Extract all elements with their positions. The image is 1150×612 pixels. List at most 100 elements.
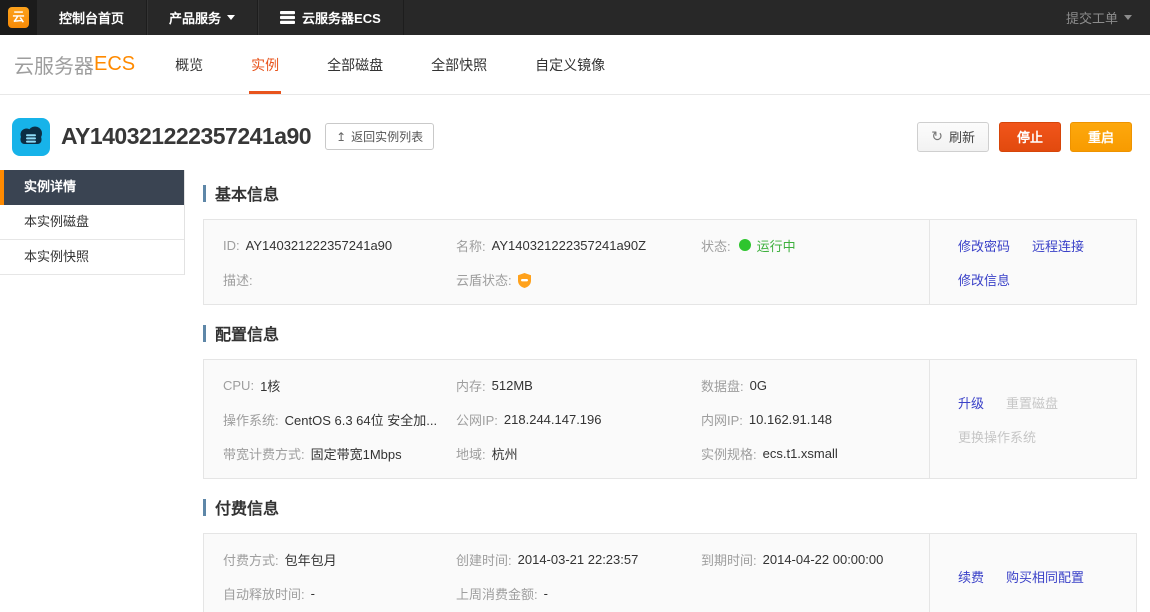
config-info-fields: CPU: 1核 内存: 512MB 数据盘: 0G [204,360,929,478]
submit-ticket-link[interactable]: 提交工单 [1048,0,1150,35]
field-label: 地域: [456,444,486,463]
nav-current-product-label: 云服务器ECS [302,8,381,27]
info-row: 自动释放时间: - 上周消费金额: - [223,576,929,610]
field-id: ID: AY140321222357241a90 [223,238,456,253]
instance-cloud-server-icon [12,118,50,156]
renew-link[interactable]: 续费 [958,567,984,586]
product-header: 云服务器 ECS 概览 实例 全部磁盘 全部快照 自定义镜像 [0,35,1150,95]
section-basic-info: 基本信息 ID: AY140321222357241a90 名称: AY1403… [203,181,1137,305]
field-label: CPU: [223,378,254,393]
section-title-bar [203,499,206,516]
field-expire-time: 到期时间: 2014-04-22 00:00:00 [701,550,929,569]
field-label: 状态: [701,236,731,255]
field-description: 描述: [223,270,456,289]
nav-products[interactable]: 产品服务 [147,0,258,35]
field-value: 杭州 [492,444,518,463]
info-row: 付费方式: 包年包月 创建时间: 2014-03-21 22:23:57 到期时… [223,542,929,576]
buy-same-config-link[interactable]: 购买相同配置 [1006,567,1084,586]
tab-all-disks[interactable]: 全部磁盘 [325,35,385,94]
product-brand: 云服务器 ECS [14,35,135,94]
main-panel: 基本信息 ID: AY140321222357241a90 名称: AY1403… [203,170,1137,612]
status-running-dot [739,239,751,251]
field-value: AY140321222357241a90Z [492,238,646,253]
modify-info-link[interactable]: 修改信息 [958,270,1010,289]
basic-info-box: ID: AY140321222357241a90 名称: AY140321222… [203,219,1137,305]
back-to-instance-list-button[interactable]: ↥ 返回实例列表 [325,123,434,150]
section-title-text: 基本信息 [215,181,279,205]
basic-info-fields: ID: AY140321222357241a90 名称: AY140321222… [204,220,929,304]
field-label: 带宽计费方式: [223,444,305,463]
field-label: 内存: [456,376,486,395]
sidebar-item-instance-disks[interactable]: 本实例磁盘 [0,205,184,240]
nav-products-label: 产品服务 [169,8,221,27]
refresh-icon: ↻ [931,128,943,145]
field-label: 云盾状态: [456,270,512,289]
section-config-info: 配置信息 CPU: 1核 内存: 512MB [203,321,1137,479]
restart-button[interactable]: 重启 [1070,122,1132,152]
nav-console-home[interactable]: 控制台首页 [37,0,147,35]
top-nav: 云 控制台首页 产品服务 云服务器ECS 提交工单 [0,0,1150,35]
tab-overview[interactable]: 概览 [173,35,205,94]
billing-info-box: 付费方式: 包年包月 创建时间: 2014-03-21 22:23:57 到期时… [203,533,1137,612]
info-row: 操作系统: CentOS 6.3 64位 安全加... 公网IP: 218.24… [223,402,929,436]
action-row: 修改密码 远程连接 [958,236,1136,255]
field-label: 实例规格: [701,444,757,463]
section-title-config-info: 配置信息 [203,321,1137,345]
action-row: 续费 购买相同配置 [958,567,1136,586]
section-billing-info: 付费信息 付费方式: 包年包月 创建时间: 2014-03-21 22:23:5… [203,495,1137,612]
field-value: 包年包月 [285,550,337,569]
reset-disk-link: 重置磁盘 [1006,393,1058,412]
sidebar-item-instance-details[interactable]: 实例详情 [0,170,184,205]
field-region: 地域: 杭州 [456,444,701,463]
upgrade-link[interactable]: 升级 [958,393,984,412]
field-value: CentOS 6.3 64位 安全加... [285,410,437,429]
aliyun-logo[interactable]: 云 [0,0,37,35]
field-label: 上周消费金额: [456,584,538,603]
field-name: 名称: AY140321222357241a90Z [456,236,701,255]
top-nav-menu: 控制台首页 产品服务 云服务器ECS [37,0,404,35]
field-label: 名称: [456,236,486,255]
instance-title-bar: AY140321222357241a90 ↥ 返回实例列表 ↻ 刷新 停止 重启 [0,95,1150,170]
page-title-instance-id: AY140321222357241a90 [61,123,311,150]
product-tabs: 概览 实例 全部磁盘 全部快照 自定义镜像 [173,35,651,94]
section-title-bar [203,325,206,342]
remote-connect-link[interactable]: 远程连接 [1032,236,1084,255]
field-private-ip: 内网IP: 10.162.91.148 [701,410,929,429]
info-row: ID: AY140321222357241a90 名称: AY140321222… [223,228,929,262]
field-label: ID: [223,238,240,253]
stop-button[interactable]: 停止 [999,122,1061,152]
field-public-ip: 公网IP: 218.244.147.196 [456,410,701,429]
tab-custom-images[interactable]: 自定义镜像 [533,35,607,94]
field-value: AY140321222357241a90 [246,238,393,253]
field-os: 操作系统: CentOS 6.3 64位 安全加... [223,410,456,429]
action-row: 修改信息 [958,270,1136,289]
field-status: 状态: 运行中 [701,236,929,255]
field-value: - [311,586,315,601]
section-title-text: 付费信息 [215,495,279,519]
status-badge: 运行中 [757,236,796,255]
field-value: 固定带宽1Mbps [311,444,402,463]
nav-current-product-ecs[interactable]: 云服务器ECS [258,0,404,35]
field-memory: 内存: 512MB [456,376,701,395]
config-info-box: CPU: 1核 内存: 512MB 数据盘: 0G [203,359,1137,479]
field-last-week-spend: 上周消费金额: - [456,584,701,603]
field-label: 数据盘: [701,376,744,395]
field-created-time: 创建时间: 2014-03-21 22:23:57 [456,550,701,569]
field-value: 2014-04-22 00:00:00 [763,552,884,567]
tab-all-snapshots[interactable]: 全部快照 [429,35,489,94]
field-value: 512MB [492,378,533,393]
field-value: ecs.t1.xsmall [763,446,838,461]
tab-instances[interactable]: 实例 [249,35,281,94]
refresh-button[interactable]: ↻ 刷新 [917,122,989,152]
section-title-billing-info: 付费信息 [203,495,1137,519]
action-row: 更换操作系统 [958,427,1136,446]
sidebar-item-instance-snapshots[interactable]: 本实例快照 [0,240,184,275]
billing-info-actions: 续费 购买相同配置 [929,534,1136,612]
field-label: 描述: [223,270,253,289]
info-row: 带宽计费方式: 固定带宽1Mbps 地域: 杭州 实例规格: ecs.t1.xs… [223,436,929,470]
change-password-link[interactable]: 修改密码 [958,236,1010,255]
field-shield-status: 云盾状态: [456,270,701,289]
sidebar: 实例详情 本实例磁盘 本实例快照 [0,170,185,275]
section-title-bar [203,185,206,202]
field-label: 到期时间: [701,550,757,569]
